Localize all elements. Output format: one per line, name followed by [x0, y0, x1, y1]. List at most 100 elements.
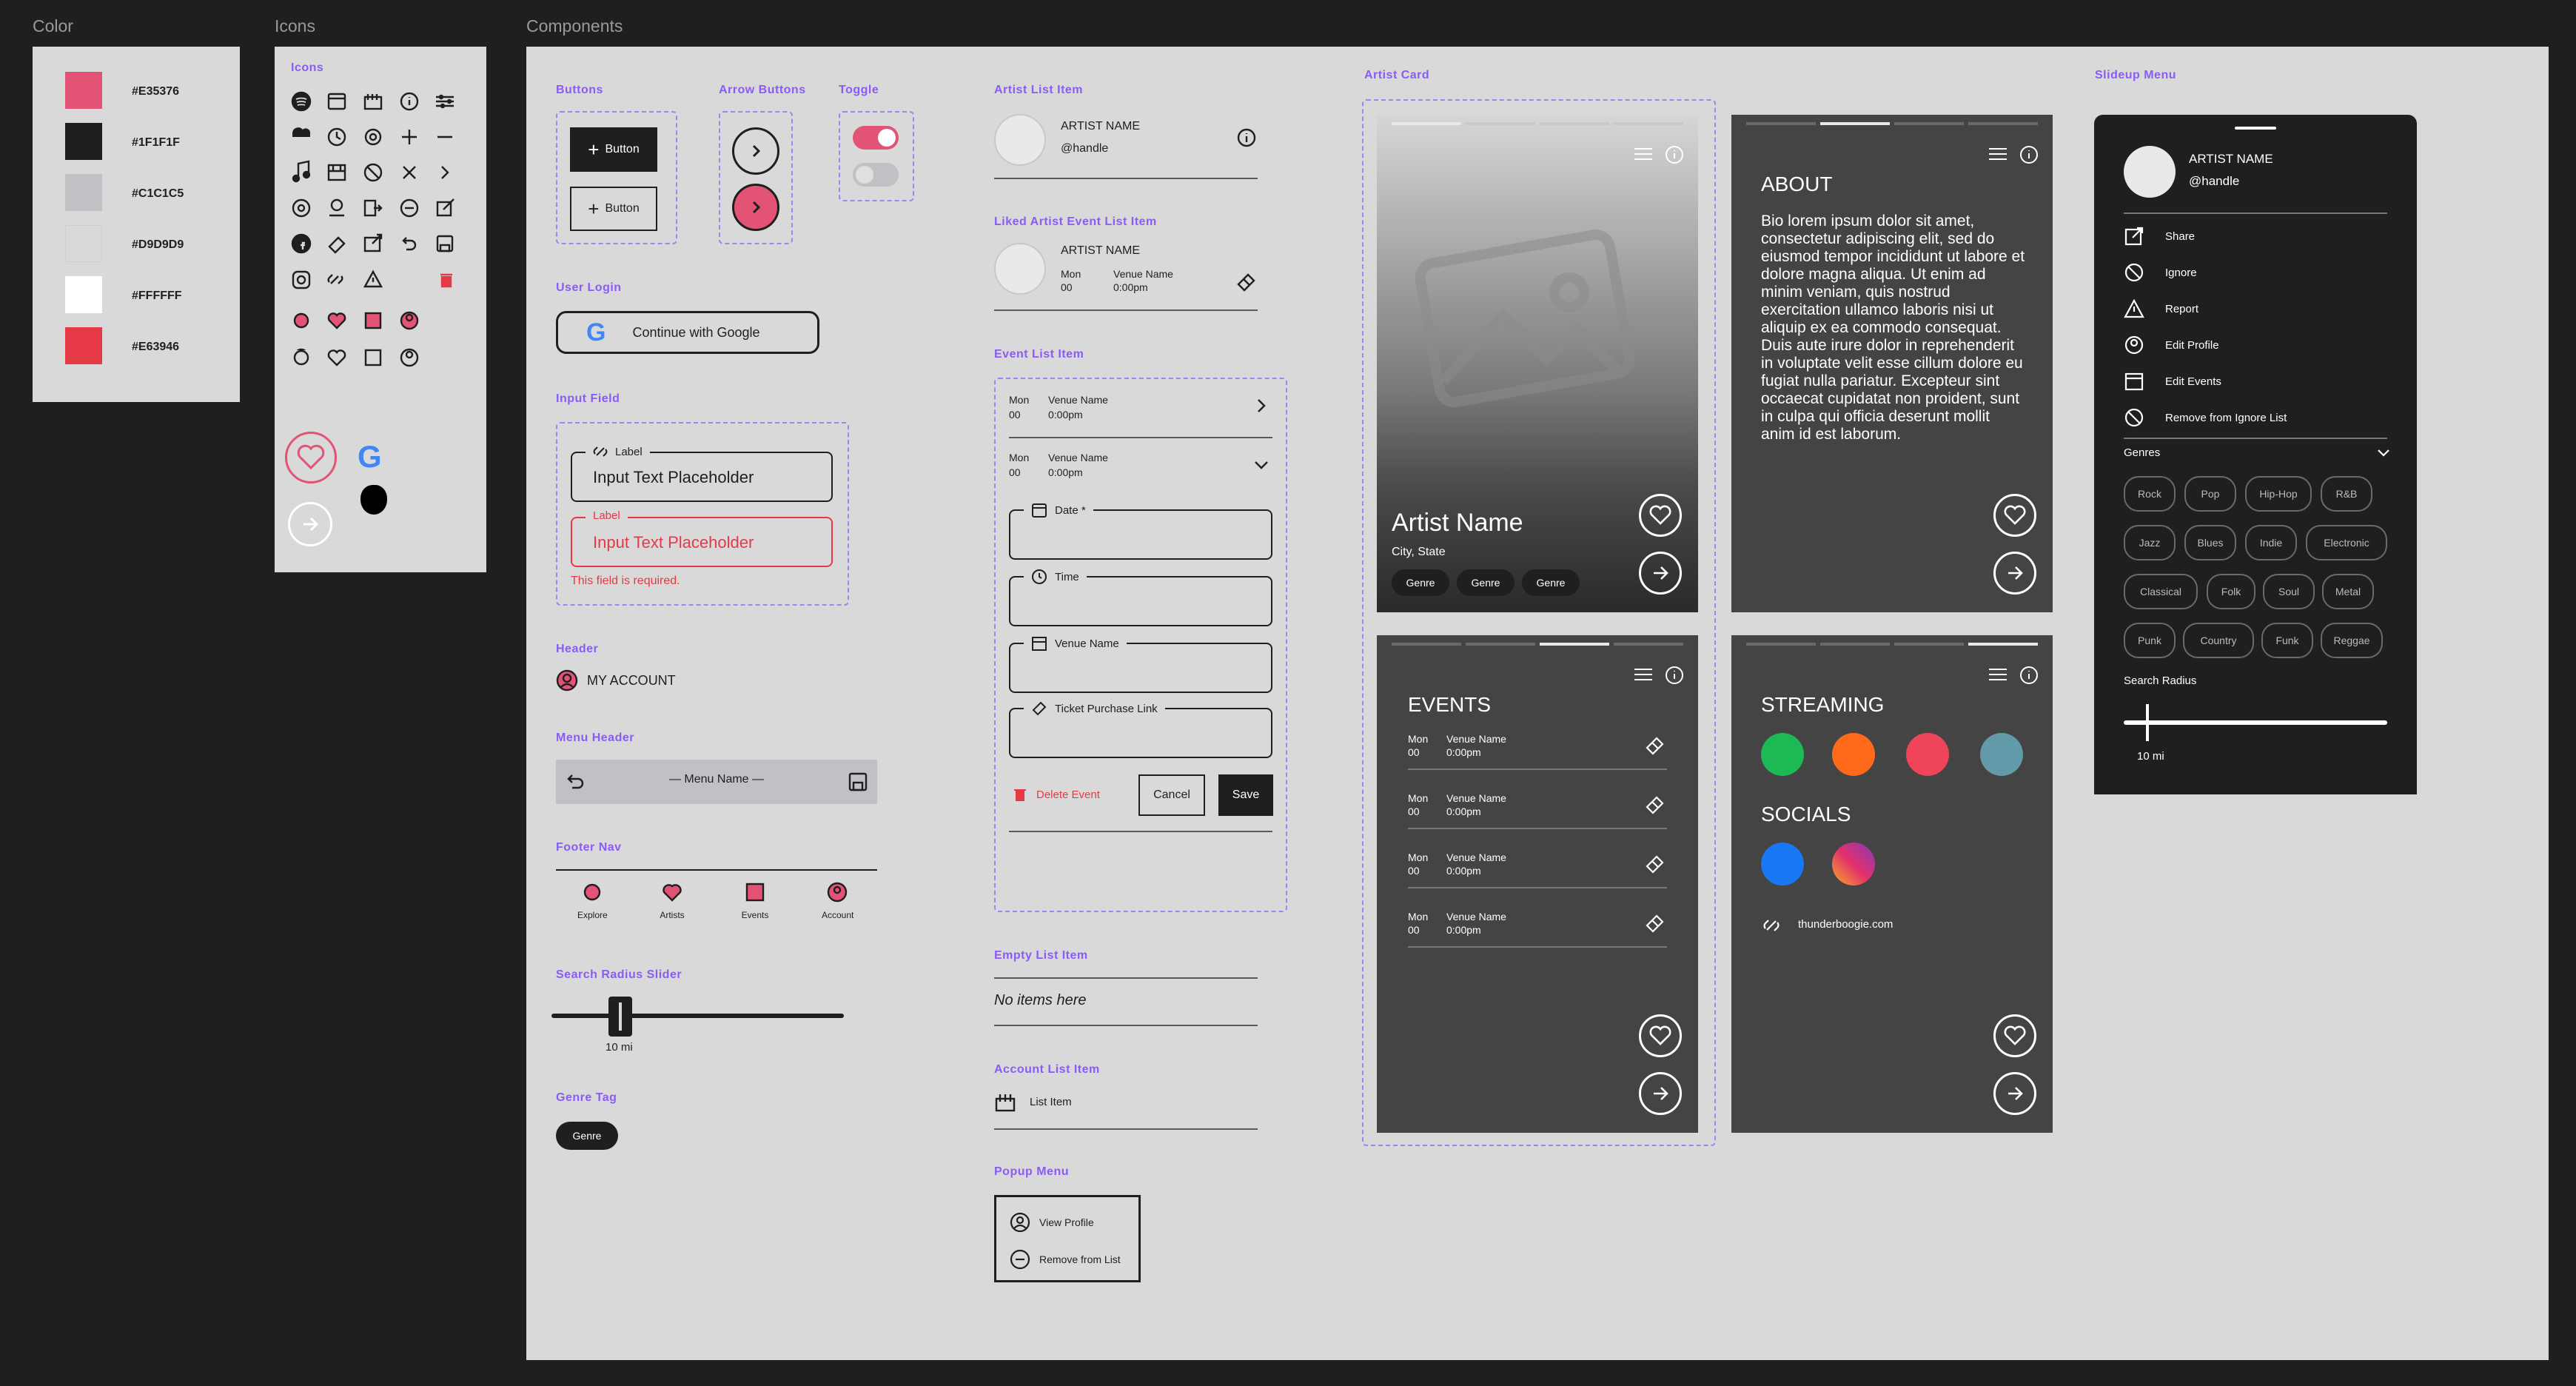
color-swatch — [65, 174, 102, 211]
event-time-field[interactable]: Time — [1009, 569, 1272, 626]
next-button[interactable] — [1639, 1072, 1682, 1115]
info-icon[interactable] — [2019, 144, 2039, 165]
ticket-icon[interactable] — [1643, 853, 1666, 875]
footer-nav-account-label: Account — [822, 910, 854, 920]
heart-outline-icon — [327, 349, 346, 366]
genre-chip[interactable]: Metal — [2322, 574, 2374, 609]
info-icon[interactable] — [1236, 127, 1257, 148]
genre-chip[interactable]: Jazz — [2124, 525, 2176, 560]
filter-icon[interactable] — [1633, 146, 1654, 162]
next-button[interactable] — [1993, 552, 2036, 595]
genre-chip[interactable]: Classical — [2124, 574, 2198, 609]
event-date-field[interactable]: Date * — [1009, 502, 1272, 560]
chevron-down-icon[interactable] — [2375, 446, 2392, 460]
footer-nav-events[interactable]: Events — [740, 881, 770, 920]
genre-chip[interactable]: Punk — [2124, 623, 2176, 658]
ticket-icon[interactable] — [1235, 271, 1257, 293]
like-button-large[interactable] — [285, 432, 337, 483]
cancel-button[interactable]: Cancel — [1138, 774, 1205, 816]
toggle-off[interactable] — [853, 163, 899, 187]
slideup-item-ignore[interactable]: Ignore — [2124, 262, 2197, 283]
info-icon[interactable] — [1664, 144, 1685, 165]
radius-slider-thumb[interactable] — [2146, 704, 2149, 741]
filter-icon[interactable] — [1988, 146, 2008, 162]
like-button[interactable] — [1639, 494, 1682, 537]
genre-chip[interactable]: Pop — [2184, 476, 2236, 512]
genre-tag[interactable]: Genre — [1522, 569, 1580, 596]
slideup-item-remove-ignore[interactable]: Remove from Ignore List — [2124, 407, 2287, 428]
event-ticket-field[interactable]: Ticket Purchase Link — [1009, 700, 1272, 758]
artist-card-hero[interactable]: Artist Name City, State Genre Genre Genr… — [1377, 115, 1698, 612]
info-icon[interactable] — [1664, 665, 1685, 686]
secondary-button[interactable]: + Button — [570, 187, 657, 231]
info-icon[interactable] — [2019, 665, 2039, 686]
instagram-icon[interactable] — [1832, 843, 1875, 886]
next-button[interactable] — [1639, 552, 1682, 595]
google-login-button[interactable]: G Continue with Google — [556, 311, 819, 354]
artist-card-about[interactable]: ABOUT Bio lorem ipsum dolor sit amet, co… — [1731, 115, 2053, 612]
artist-card-events[interactable]: EVENTS Mon 00 Venue Name 0:00pm Mon 00 V… — [1377, 635, 1698, 1133]
genre-chip[interactable]: Electronic — [2306, 525, 2387, 560]
radius-slider-track[interactable] — [2124, 720, 2387, 725]
genre-chip[interactable]: Country — [2183, 623, 2254, 658]
popup-item-remove[interactable]: Remove from List — [1010, 1249, 1121, 1270]
genre-chip[interactable]: Hip-Hop — [2245, 476, 2312, 512]
footer-nav-artists[interactable]: Artists — [657, 881, 687, 920]
color-hex: #1F1F1F — [132, 136, 180, 149]
genre-chip[interactable]: Indie — [2245, 525, 2297, 560]
like-button[interactable] — [1993, 1014, 2036, 1057]
next-button[interactable] — [1993, 1072, 2036, 1115]
ticket-icon[interactable] — [1643, 912, 1666, 934]
ticket-icon[interactable] — [1643, 734, 1666, 757]
genre-tag[interactable]: Genre — [1457, 569, 1515, 596]
ticket-icon[interactable] — [1643, 794, 1666, 816]
bandcamp-icon[interactable] — [1980, 733, 2023, 776]
genre-tag[interactable]: Genre — [556, 1122, 618, 1150]
facebook-icon[interactable] — [1761, 843, 1804, 886]
filter-icon[interactable] — [1988, 666, 2008, 683]
streaming-title: STREAMING — [1761, 693, 1885, 716]
account-list-item[interactable]: List Item — [994, 1091, 1072, 1112]
chevron-down-icon[interactable] — [1252, 458, 1270, 472]
genre-chip[interactable]: Blues — [2184, 525, 2236, 560]
footer-nav-events-label: Events — [741, 910, 769, 920]
slider-thumb[interactable] — [608, 997, 632, 1037]
apple-music-icon[interactable] — [1906, 733, 1949, 776]
arrow-button-white[interactable] — [288, 502, 332, 546]
slideup-item-report[interactable]: Report — [2124, 298, 2198, 319]
filter-icon[interactable] — [1633, 666, 1654, 683]
drag-handle[interactable] — [2235, 127, 2276, 130]
genre-chip[interactable]: Funk — [2261, 623, 2313, 658]
event-venue-field[interactable]: Venue Name — [1009, 635, 1272, 693]
text-input-error[interactable]: Label Input Text Placeholder — [571, 509, 833, 567]
toggle-on[interactable] — [853, 126, 899, 150]
slideup-item-edit-events[interactable]: Edit Events — [2124, 371, 2221, 392]
artist-card-streaming[interactable]: STREAMING SOCIALS thunderboogie.com — [1731, 635, 2053, 1133]
soundcloud-icon[interactable] — [1832, 733, 1875, 776]
spotify-icon[interactable] — [1761, 733, 1804, 776]
website-link[interactable]: thunderboogie.com — [1798, 918, 1893, 931]
arrow-button-active[interactable] — [732, 184, 779, 231]
genre-chip[interactable]: Soul — [2263, 574, 2315, 609]
slideup-menu-label: Slideup Menu — [2095, 69, 2176, 81]
slideup-item-edit-profile[interactable]: Edit Profile — [2124, 335, 2219, 355]
genre-chip[interactable]: Rock — [2124, 476, 2176, 512]
footer-nav-explore[interactable]: Explore — [577, 881, 608, 920]
arrow-button[interactable] — [732, 127, 779, 175]
save-icon[interactable] — [848, 771, 868, 792]
chevron-right-icon[interactable] — [1254, 397, 1269, 415]
slider-track[interactable] — [551, 1014, 844, 1018]
primary-button[interactable]: + Button — [570, 127, 657, 172]
save-button[interactable]: Save — [1218, 774, 1273, 816]
like-button[interactable] — [1993, 494, 2036, 537]
slideup-item-share[interactable]: Share — [2124, 226, 2195, 247]
genre-tag[interactable]: Genre — [1392, 569, 1449, 596]
genre-chip[interactable]: Folk — [2207, 574, 2255, 609]
footer-nav-account[interactable]: Account — [822, 881, 853, 920]
text-input[interactable]: Label Input Text Placeholder — [571, 444, 833, 502]
delete-event-button[interactable]: Delete Event — [1013, 786, 1100, 803]
popup-item-view-profile[interactable]: View Profile — [1010, 1212, 1094, 1233]
genre-chip[interactable]: R&B — [2321, 476, 2372, 512]
like-button[interactable] — [1639, 1014, 1682, 1057]
genre-chip[interactable]: Reggae — [2321, 623, 2383, 658]
